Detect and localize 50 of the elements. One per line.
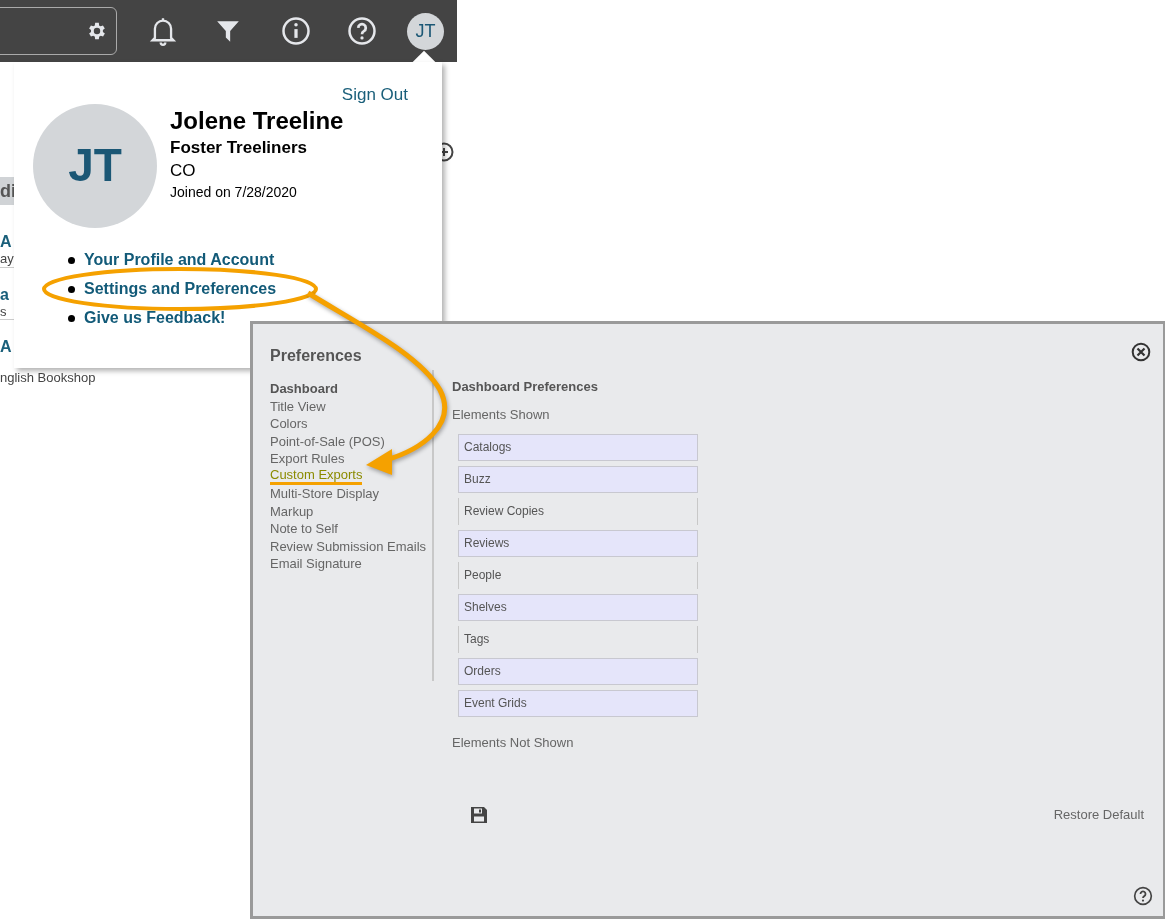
nav-link[interactable]: Email Signature <box>270 555 362 573</box>
help-icon[interactable] <box>1133 886 1153 906</box>
bullet-icon <box>68 314 75 322</box>
nav-link[interactable]: Export Rules <box>270 450 345 468</box>
section-title: Dashboard Preferences <box>452 378 599 395</box>
element-item[interactable]: People <box>458 561 698 589</box>
user-name: Jolene Treeline <box>170 105 344 136</box>
element-item[interactable]: Event Grids <box>458 689 698 717</box>
element-item[interactable]: Buzz <box>458 465 698 493</box>
menu-link[interactable]: Give us Feedback! <box>84 306 226 330</box>
elements-not-shown-label: Elements Not Shown <box>452 733 575 752</box>
element-item[interactable]: Reviews <box>458 529 698 557</box>
search-field[interactable] <box>0 7 117 55</box>
element-item[interactable]: Shelves <box>458 593 698 621</box>
filter-icon[interactable] <box>215 18 241 44</box>
sign-out-link[interactable]: Sign Out <box>341 82 408 108</box>
list-item-subtitle: s <box>0 304 7 320</box>
avatar: JT <box>33 103 157 228</box>
panel-title: Preferences <box>270 346 362 366</box>
settings-icon[interactable] <box>86 20 108 42</box>
element-item[interactable]: Review Copies <box>458 497 698 525</box>
region-text: CO <box>170 159 197 182</box>
save-icon[interactable] <box>469 805 489 825</box>
avatar-button[interactable]: JT <box>407 12 444 50</box>
nav-link[interactable]: Colors <box>270 415 308 433</box>
element-item[interactable]: Tags <box>458 625 698 653</box>
bullet-icon <box>68 256 75 264</box>
list-item-subtitle: nglish Bookshop <box>0 370 96 386</box>
close-icon[interactable] <box>1131 342 1151 362</box>
bell-icon[interactable] <box>149 16 177 46</box>
nav-link[interactable]: Dashboard <box>270 380 338 398</box>
nav-link[interactable]: Note to Self <box>270 520 338 538</box>
nav-link[interactable]: Multi-Store Display <box>270 485 380 503</box>
elements-shown-label: Elements Shown <box>452 406 551 424</box>
joined-date: Joined on 7/28/2020 <box>170 182 298 202</box>
list-item-title: a <box>0 286 9 304</box>
bullet-icon <box>68 285 75 293</box>
nav-link[interactable]: Review Submission Emails <box>270 537 427 555</box>
company-name: Foster Treeliners <box>170 136 308 159</box>
info-icon[interactable] <box>281 16 311 46</box>
menu-link[interactable]: Your Profile and Account <box>84 248 275 272</box>
nav-link[interactable]: Point-of-Sale (POS) <box>270 432 385 450</box>
nav-link[interactable]: Markup <box>270 502 314 520</box>
list-item-title: A <box>0 338 12 356</box>
list-item-subtitle: ay <box>0 251 14 267</box>
list-item-title: A <box>0 233 12 251</box>
restore-default-link[interactable]: Restore Default <box>1053 805 1144 825</box>
element-item[interactable]: Catalogs <box>458 433 698 461</box>
nav-link[interactable]: Title View <box>270 397 326 415</box>
element-item[interactable]: Orders <box>458 657 698 685</box>
